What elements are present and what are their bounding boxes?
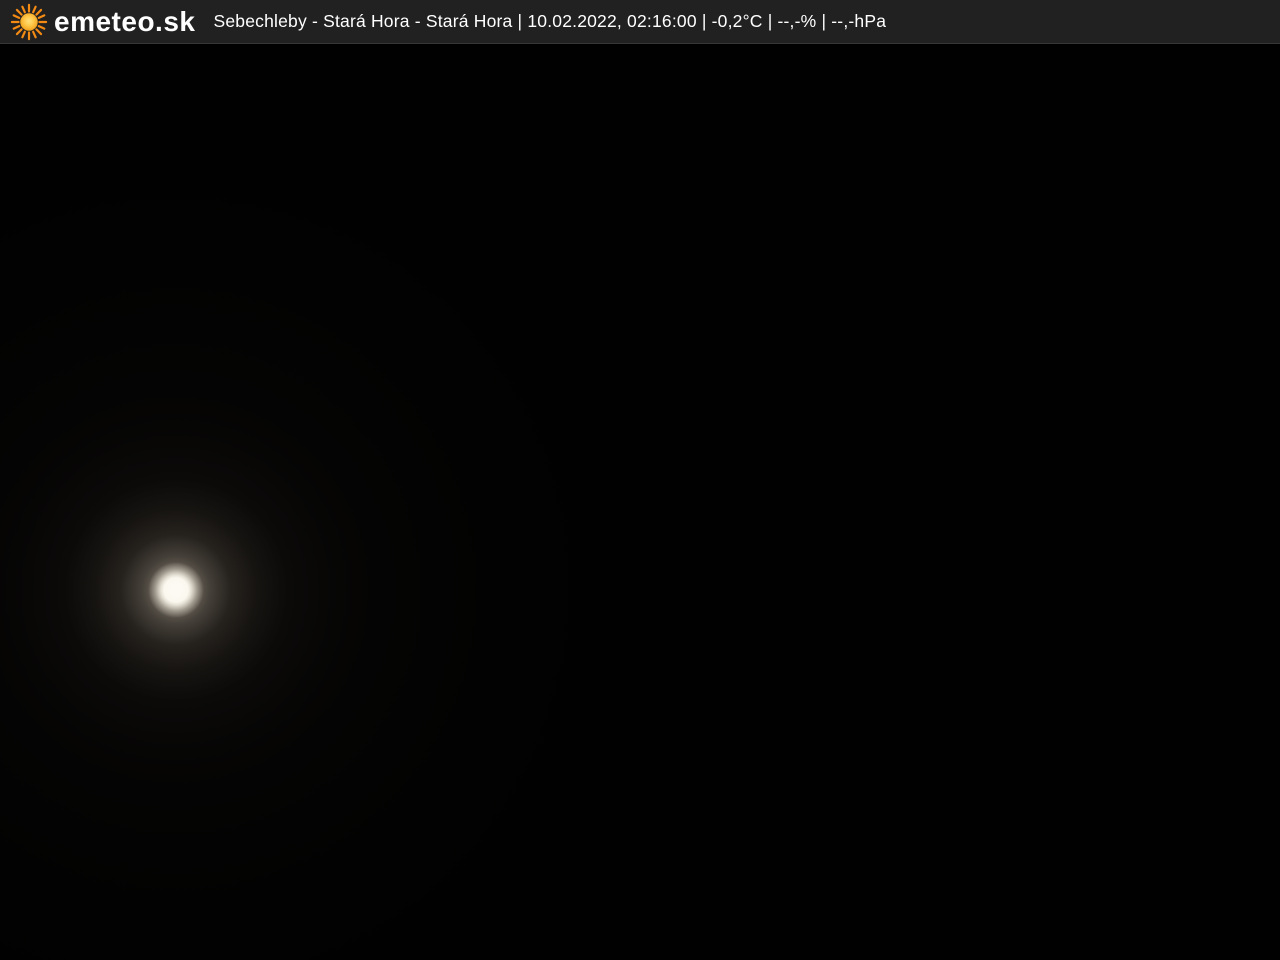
logo-text: emeteo.sk (54, 8, 195, 36)
webcam-page: emeteo.sk Sebechleby - Stará Hora - Star… (0, 0, 1280, 960)
moon (6, 420, 346, 760)
header-bar: emeteo.sk Sebechleby - Stará Hora - Star… (0, 0, 1280, 44)
site-logo[interactable]: emeteo.sk (10, 3, 195, 41)
webcam-night-sky-image (0, 45, 1280, 960)
sun-icon (10, 3, 48, 41)
station-info-line: Sebechleby - Stará Hora - Stará Hora | 1… (213, 11, 886, 32)
